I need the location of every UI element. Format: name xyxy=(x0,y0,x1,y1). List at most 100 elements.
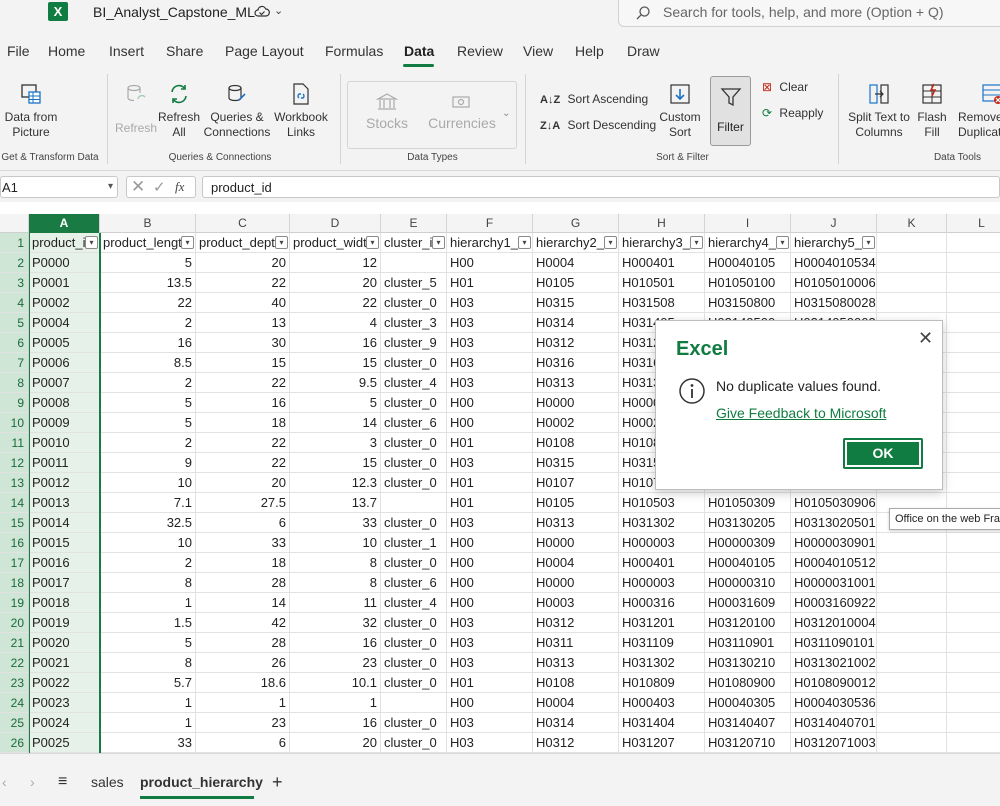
table-cell[interactable]: H03 xyxy=(447,713,533,733)
document-title[interactable]: BI_Analyst_Capstone_ML xyxy=(93,4,255,20)
table-cell[interactable]: H031508 xyxy=(619,293,705,313)
table-cell[interactable]: H03 xyxy=(447,453,533,473)
table-cell[interactable]: H03120710 xyxy=(705,733,791,753)
table-cell[interactable] xyxy=(381,493,447,513)
row-header[interactable]: 6 xyxy=(0,333,29,353)
column-header-l[interactable]: L xyxy=(947,214,1000,233)
empty-cell[interactable] xyxy=(947,253,1000,273)
table-cell[interactable]: cluster_0 xyxy=(381,673,447,693)
table-cell[interactable]: H0000031001 xyxy=(791,573,877,593)
table-cell[interactable]: 11 xyxy=(290,593,381,613)
column-header-h[interactable]: H xyxy=(619,214,705,233)
table-cell[interactable]: P0015 xyxy=(29,533,100,553)
table-cell[interactable]: H03140407 xyxy=(705,713,791,733)
table-cell[interactable]: H03 xyxy=(447,653,533,673)
row-header[interactable]: 13 xyxy=(0,473,29,493)
row-header[interactable]: 20 xyxy=(0,613,29,633)
table-cell[interactable]: 5 xyxy=(100,253,196,273)
chevron-down-icon[interactable]: ▾ xyxy=(108,181,113,192)
menu-insert[interactable]: Insert xyxy=(109,43,144,59)
table-cell[interactable]: H03 xyxy=(447,733,533,753)
table-cell[interactable]: 12.3 xyxy=(290,473,381,493)
table-cell[interactable]: H031404 xyxy=(619,713,705,733)
table-cell[interactable]: H0315 xyxy=(533,453,619,473)
formula-input[interactable]: product_id xyxy=(202,176,1000,198)
cancel-icon[interactable]: ✕ xyxy=(131,177,145,197)
empty-cell[interactable] xyxy=(877,273,947,293)
table-cell[interactable]: 5 xyxy=(290,393,381,413)
table-cell[interactable]: H0003160922 xyxy=(791,593,877,613)
table-cell[interactable]: 22 xyxy=(290,293,381,313)
table-cell[interactable]: H01 xyxy=(447,493,533,513)
empty-cell[interactable] xyxy=(947,393,1000,413)
table-cell[interactable]: 8 xyxy=(290,573,381,593)
column-header-k[interactable]: K xyxy=(877,214,947,233)
filter-dropdown-icon[interactable]: ▾ xyxy=(776,236,789,249)
filter-button[interactable]: Filter xyxy=(710,76,751,146)
table-cell[interactable]: cluster_0 xyxy=(381,513,447,533)
table-cell[interactable]: H031302 xyxy=(619,653,705,673)
table-cell[interactable]: P0021 xyxy=(29,653,100,673)
table-cell[interactable]: H0313 xyxy=(533,513,619,533)
gallery-expand-icon[interactable]: ⌄ xyxy=(502,108,510,119)
table-cell[interactable]: H0311 xyxy=(533,633,619,653)
cloud-saved-icon[interactable] xyxy=(254,4,270,20)
table-cell[interactable]: 6 xyxy=(196,733,290,753)
empty-cell[interactable] xyxy=(877,713,947,733)
table-cell[interactable]: 18 xyxy=(196,553,290,573)
table-cell[interactable]: 22 xyxy=(196,433,290,453)
enter-icon[interactable]: ✓ xyxy=(153,178,166,196)
table-cell[interactable]: 1 xyxy=(100,713,196,733)
table-cell[interactable]: H01 xyxy=(447,673,533,693)
table-cell[interactable]: H0004 xyxy=(533,253,619,273)
refresh-button[interactable]: Refresh xyxy=(114,82,158,136)
table-cell[interactable]: H00 xyxy=(447,393,533,413)
table-cell[interactable]: P0025 xyxy=(29,733,100,753)
filter-dropdown-icon[interactable]: ▾ xyxy=(275,236,288,249)
table-cell[interactable]: P0004 xyxy=(29,313,100,333)
table-cell[interactable]: 22 xyxy=(196,453,290,473)
table-cell[interactable]: H0314 xyxy=(533,713,619,733)
table-cell[interactable]: cluster_0 xyxy=(381,393,447,413)
table-cell[interactable]: H0108 xyxy=(533,673,619,693)
table-cell[interactable]: cluster_0 xyxy=(381,473,447,493)
table-cell[interactable]: cluster_0 xyxy=(381,553,447,573)
table-cell[interactable]: 40 xyxy=(196,293,290,313)
table-cell[interactable]: H0315080028 xyxy=(791,293,877,313)
table-cell[interactable]: 1 xyxy=(100,693,196,713)
empty-cell[interactable] xyxy=(947,333,1000,353)
table-cell[interactable]: H0105010006 xyxy=(791,273,877,293)
table-cell[interactable]: P0009 xyxy=(29,413,100,433)
data-from-picture-button[interactable]: Data from Picture xyxy=(2,82,60,140)
empty-cell[interactable] xyxy=(947,673,1000,693)
flash-fill-button[interactable]: Flash Fill xyxy=(914,82,950,140)
column-header-j[interactable]: J xyxy=(791,214,877,233)
filter-dropdown-icon[interactable]: ▾ xyxy=(604,236,617,249)
table-cell[interactable]: 13.5 xyxy=(100,273,196,293)
column-header-g[interactable]: G xyxy=(533,214,619,233)
table-cell[interactable]: H0313 xyxy=(533,373,619,393)
empty-cell[interactable] xyxy=(877,253,947,273)
queries-connections-button[interactable]: Queries & Connections xyxy=(202,82,272,140)
table-cell[interactable]: cluster_0 xyxy=(381,433,447,453)
table-cell[interactable]: H01 xyxy=(447,473,533,493)
table-cell[interactable]: P0017 xyxy=(29,573,100,593)
empty-cell[interactable] xyxy=(947,433,1000,453)
table-cell[interactable]: cluster_0 xyxy=(381,653,447,673)
table-cell[interactable]: P0016 xyxy=(29,553,100,573)
table-cell[interactable]: H010503 xyxy=(619,493,705,513)
column-header-d[interactable]: D xyxy=(290,214,381,233)
table-cell[interactable]: 13 xyxy=(196,313,290,333)
close-icon[interactable]: ✕ xyxy=(918,328,933,349)
table-cell[interactable]: 9.5 xyxy=(290,373,381,393)
table-cell[interactable]: cluster_5 xyxy=(381,273,447,293)
scroll-right-icon[interactable]: › xyxy=(30,774,35,790)
table-cell[interactable]: 1 xyxy=(196,693,290,713)
scroll-left-icon[interactable]: ‹ xyxy=(2,774,7,790)
table-cell[interactable]: H03 xyxy=(447,373,533,393)
table-cell[interactable] xyxy=(381,693,447,713)
filter-dropdown-icon[interactable]: ▾ xyxy=(690,236,703,249)
table-cell[interactable]: H01080900 xyxy=(705,673,791,693)
table-cell[interactable]: 8 xyxy=(100,573,196,593)
table-cell[interactable]: P0024 xyxy=(29,713,100,733)
